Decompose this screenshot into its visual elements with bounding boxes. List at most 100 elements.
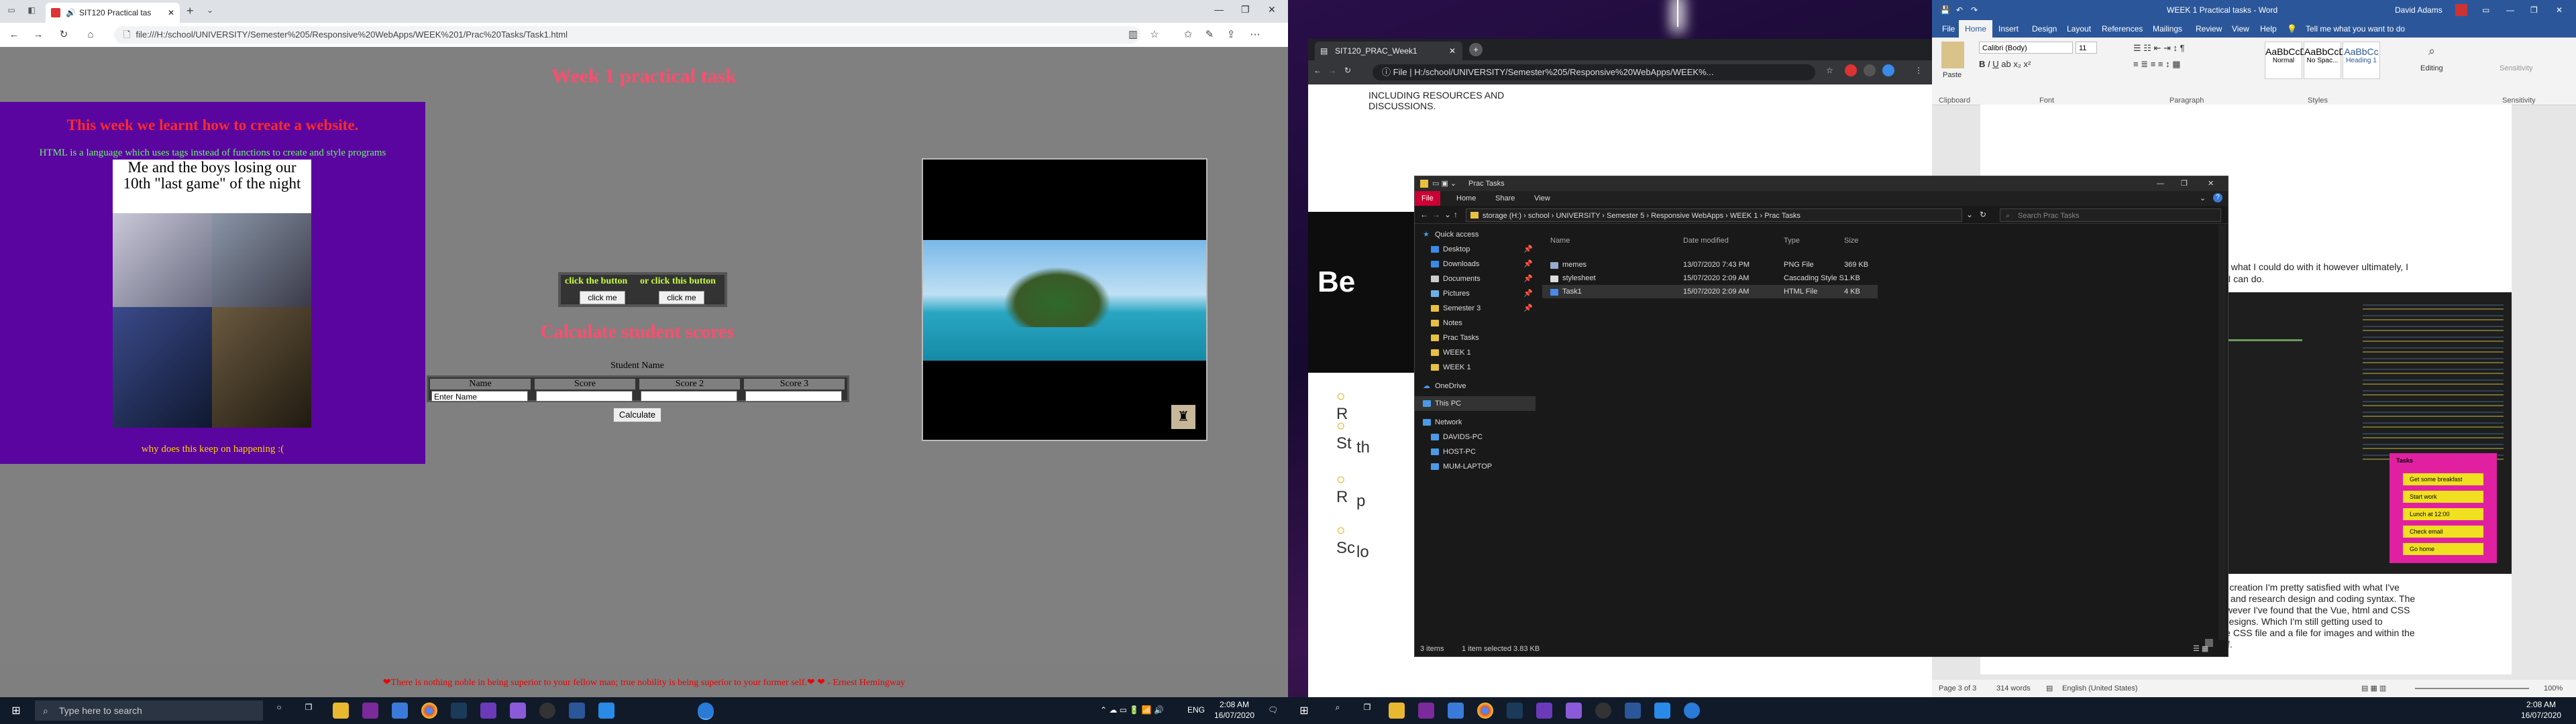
browser-tab[interactable]: 🔊 SIT120 Practical tas ✕ [46,3,180,23]
tab-design[interactable]: Design [2026,20,2063,38]
share-icon[interactable]: ⇪ [1222,26,1240,44]
chrome-tab[interactable]: ▤ SIT120_PRAC_Week1 ✕ [1315,42,1462,60]
more-icon[interactable]: ⋮ [1915,66,1923,75]
obs-icon[interactable] [1595,703,1611,719]
favorites-icon[interactable]: ✩ [1179,26,1197,44]
nav-desktop[interactable]: Desktop 📌 [1415,242,1536,257]
tab-mailings[interactable]: Mailings [2147,20,2188,38]
crumb-storage[interactable]: storage (H:) [1483,212,1521,220]
taskbar-search[interactable]: ⌕ Type here to search [35,701,263,721]
nav-semester3[interactable]: Semester 3 📌 [1415,301,1536,316]
header-type[interactable]: Type [1784,237,1800,245]
gog-icon[interactable] [480,703,496,719]
nav-host-pc[interactable]: HOST-PC [1415,444,1536,459]
onenote-icon[interactable] [362,703,378,719]
tab-references[interactable]: References [2096,20,2149,38]
cortana-icon[interactable]: ○ [271,703,287,719]
status-page[interactable]: Page 3 of 3 [1939,680,1976,697]
speaker-icon[interactable]: 🔊 [66,3,76,23]
ribbon-display-icon[interactable]: ▭ [2482,0,2489,20]
visual-studio-icon[interactable] [510,703,526,719]
new-tab-button[interactable]: + [186,4,194,18]
tab-insert[interactable]: Insert [1992,20,2025,38]
tray-icons[interactable]: ⌃ ☁ ▭ 🔋 📶 🔊 [1100,705,1164,715]
view-toggle-icons[interactable]: ☰ ▦ [2193,642,2208,656]
forward-icon[interactable]: → [30,26,47,44]
steam-icon[interactable] [451,703,467,719]
minimize-icon[interactable]: — [1214,4,1224,15]
header-size[interactable]: Size [1844,237,1858,245]
forward-icon[interactable]: → [1432,210,1440,219]
paragraph-buttons[interactable]: ☰ ☷ ⇤ ⇥ ↕ ¶ [2133,43,2185,54]
search-icon[interactable]: ⌕ [1330,703,1346,719]
refresh-icon[interactable]: ↻ [55,26,72,44]
avatar[interactable] [2455,4,2467,16]
zoom-slider[interactable] [2415,688,2529,689]
recent-locations-icon[interactable]: ⌄ [1444,210,1451,219]
style-no-spacing[interactable]: AaBbCcDc No Spac... [2304,42,2350,79]
close-icon[interactable]: ✕ [1268,4,1276,15]
nav-downloads[interactable]: Downloads 📌 [1415,257,1536,272]
score-input[interactable] [536,391,633,402]
nav-prac-tasks[interactable]: Prac Tasks [1415,330,1536,345]
expand-ribbon-icon[interactable]: ⌄ [2200,194,2206,202]
click-me-button-2[interactable]: click me [659,291,704,304]
close-icon[interactable]: ✕ [2556,0,2563,20]
refresh-icon[interactable]: ↻ [1980,210,1986,219]
restore-icon[interactable]: ❐ [2530,0,2538,20]
status-words[interactable]: 314 words [1996,680,2031,697]
onenote-icon[interactable] [1418,703,1434,719]
clock-time[interactable]: 2:08 AM [1220,700,1249,709]
crumb-week1[interactable]: WEEK 1 [1730,212,1758,220]
obs-icon[interactable] [539,703,555,719]
crumb-school[interactable]: school [1528,212,1550,220]
ribbon-tab-view[interactable]: View [1527,191,1557,206]
nav-pictures[interactable]: Pictures 📌 [1415,286,1536,301]
address-dropdown-icon[interactable]: ⌄ [1966,210,1973,219]
close-tab-icon[interactable]: ✕ [1449,42,1456,60]
pen-icon[interactable]: ✎ [1201,26,1218,44]
minimize-icon[interactable]: — [2157,176,2164,191]
proofing-icon[interactable]: ▤ [2046,680,2053,697]
clock-time[interactable]: 2:08 AM [2526,700,2556,709]
chrome-url-field[interactable]: ⓘ File | H:/school/UNIVERSITY/Semester%2… [1373,64,1815,80]
style-normal[interactable]: AaBbCcDc Normal [2265,42,2311,79]
nav-network[interactable]: Network [1415,415,1536,430]
tab-help[interactable]: Help [2254,20,2283,38]
tab-home[interactable]: Home [1959,20,1993,38]
more-icon[interactable]: ⋯ [1246,26,1264,44]
task-view-icon[interactable]: ❐ [1359,703,1375,719]
explorer-search[interactable]: ⌕ Search Prac Tasks [2000,208,2221,222]
name-input[interactable]: Enter Name [431,391,528,402]
extension-icon[interactable] [1845,64,1857,76]
vscode-icon[interactable] [598,703,614,719]
file-explorer-icon[interactable] [333,703,349,719]
score3-input[interactable] [745,391,842,402]
tab-actions-icon[interactable]: ◧ [25,5,38,17]
store-icon[interactable] [392,703,408,719]
url-field[interactable]: 🗋 file:///H:/school/UNIVERSITY/Semester%2… [114,26,1140,44]
font-format-buttons[interactable]: B I U ab x₂ x² [1979,59,2031,69]
header-name[interactable]: Name [1550,237,1570,245]
new-tab-button[interactable]: + [1469,43,1483,56]
gog-icon[interactable] [1536,703,1552,719]
edge-icon[interactable] [698,703,714,720]
vscode-icon[interactable] [1654,703,1670,719]
tab-layout[interactable]: Layout [2061,20,2097,38]
nav-davids-pc[interactable]: DAVIDS-PC [1415,430,1536,444]
notifications-icon[interactable]: 🗨 [1268,705,1278,715]
chrome-icon[interactable] [1477,703,1493,719]
nav-mum-laptop[interactable]: MUM-LAPTOP [1415,459,1536,474]
restore-icon[interactable]: ❐ [2181,176,2188,191]
clock-date[interactable]: 16/07/2020 [2521,711,2561,720]
font-size-field[interactable]: 11 [2076,42,2097,54]
language-indicator[interactable]: ENG [1187,705,1205,715]
favorite-icon[interactable]: ☆ [1146,26,1163,44]
score2-input[interactable] [641,391,737,402]
view-buttons[interactable]: ▤ ▦ ▥ [2361,680,2386,697]
reading-view-icon[interactable]: ▥ [1124,26,1142,44]
nav-documents[interactable]: Documents 📌 [1415,272,1536,286]
crumb-webapps[interactable]: Responsive WebApps [1651,212,1723,220]
minimize-icon[interactable]: — [2506,0,2514,20]
file-row-task1[interactable]: Task1 15/07/2020 2:09 AM HTML File 4 KB [1542,285,1878,298]
